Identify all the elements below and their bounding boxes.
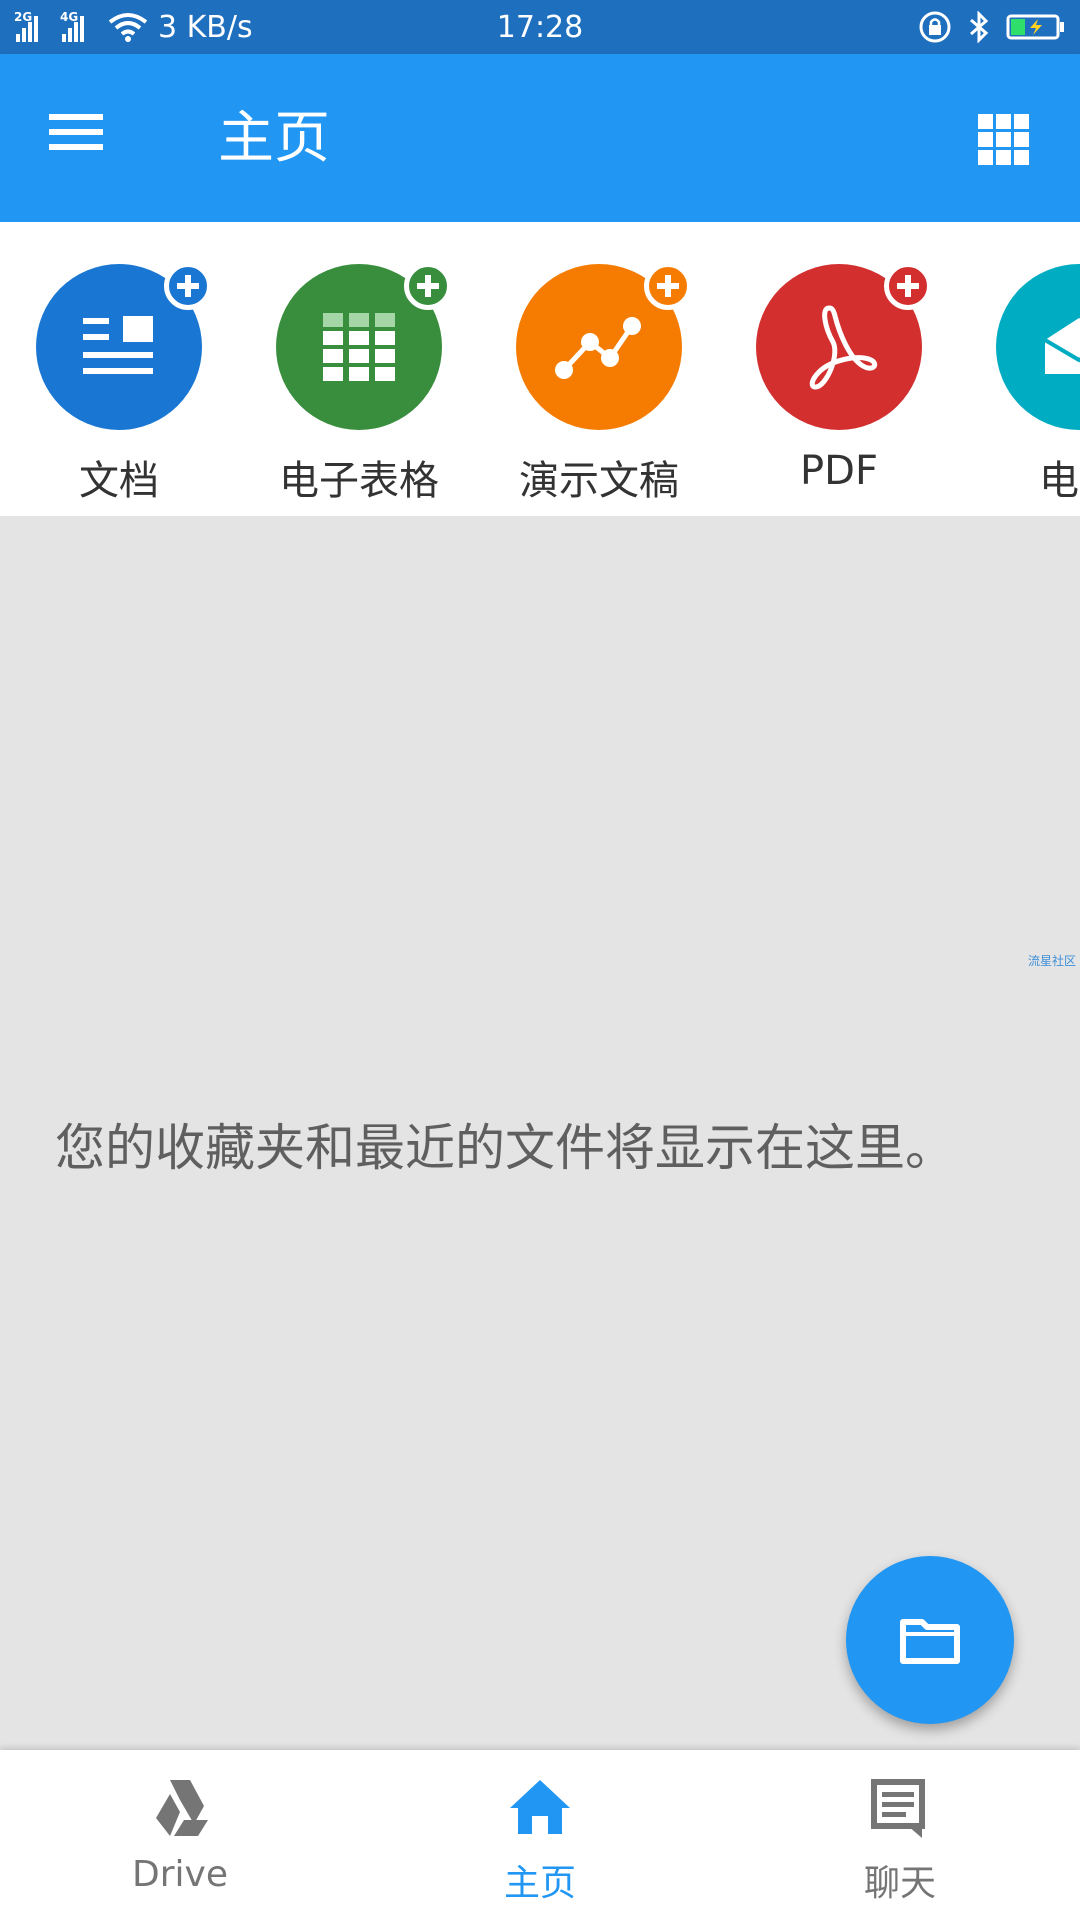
create-pdf-button[interactable]: PDF (720, 262, 940, 504)
nav-item-chat[interactable]: 聊天 (720, 1750, 1080, 1920)
open-folder-button[interactable] (846, 1556, 1014, 1724)
status-left: 2G 4G 3 KB/s (14, 10, 253, 45)
bottom-navigation: Drive 主页 聊天 (0, 1750, 1080, 1920)
nav-label-chat: 聊天 (863, 1863, 936, 1904)
folder-icon (900, 1619, 960, 1664)
chat-icon (871, 1779, 925, 1838)
nav-label-drive: Drive (132, 1854, 228, 1895)
shortcut-label: 电子表格 (279, 458, 439, 504)
empty-state-message: 您的收藏夹和最近的文件将显示在这里。 (55, 1119, 955, 1177)
signal-label-2: 4G (60, 10, 79, 24)
create-spreadsheet-button[interactable]: 电子表格 (240, 262, 460, 504)
plus-icon (404, 262, 452, 310)
watermark-text: 流星社区 (1028, 954, 1077, 968)
plus-icon (884, 262, 932, 310)
battery-icon (1006, 14, 1064, 40)
status-right (918, 10, 1066, 44)
nav-item-home[interactable]: 主页 (360, 1750, 720, 1920)
shortcut-label: 文档 (79, 458, 159, 504)
hamburger-menu-icon[interactable] (40, 108, 112, 168)
plus-icon (164, 262, 212, 310)
nav-label-home: 主页 (503, 1863, 576, 1904)
shortcut-label: PDF (800, 448, 878, 494)
create-shortcuts: 文档 电子表格 演示文稿 PDF 电 (0, 222, 1080, 516)
create-presentation-button[interactable]: 演示文稿 (480, 262, 700, 504)
signal-label: 2G (14, 10, 33, 24)
signal-icon: 2G (14, 10, 50, 42)
create-email-button[interactable]: 电子 (960, 264, 1080, 504)
network-speed: 3 KB/s (158, 9, 253, 45)
screen: 2G 4G 3 KB/s 17:28 主页 文档 电子表格 演示文稿 PDF 电… (0, 0, 1080, 1920)
create-document-button[interactable]: 文档 (0, 262, 220, 504)
page-title: 主页 (218, 106, 330, 171)
app-bar: 主页 (0, 54, 1080, 222)
status-bar: 2G 4G 3 KB/s 17:28 (0, 0, 1080, 54)
nav-item-drive[interactable]: Drive (0, 1750, 360, 1920)
email-icon (996, 264, 1080, 430)
home-icon (510, 1780, 570, 1834)
shortcut-label: 演示文稿 (519, 458, 679, 504)
signal-icon-2: 4G (60, 10, 98, 42)
lock-rotation-icon (919, 11, 951, 43)
plus-icon (644, 262, 692, 310)
shortcut-label: 电子 (1039, 458, 1080, 504)
grid-view-icon[interactable] (978, 114, 1034, 170)
bluetooth-icon (970, 11, 989, 43)
drive-icon (156, 1780, 208, 1836)
wifi-icon (108, 13, 148, 42)
